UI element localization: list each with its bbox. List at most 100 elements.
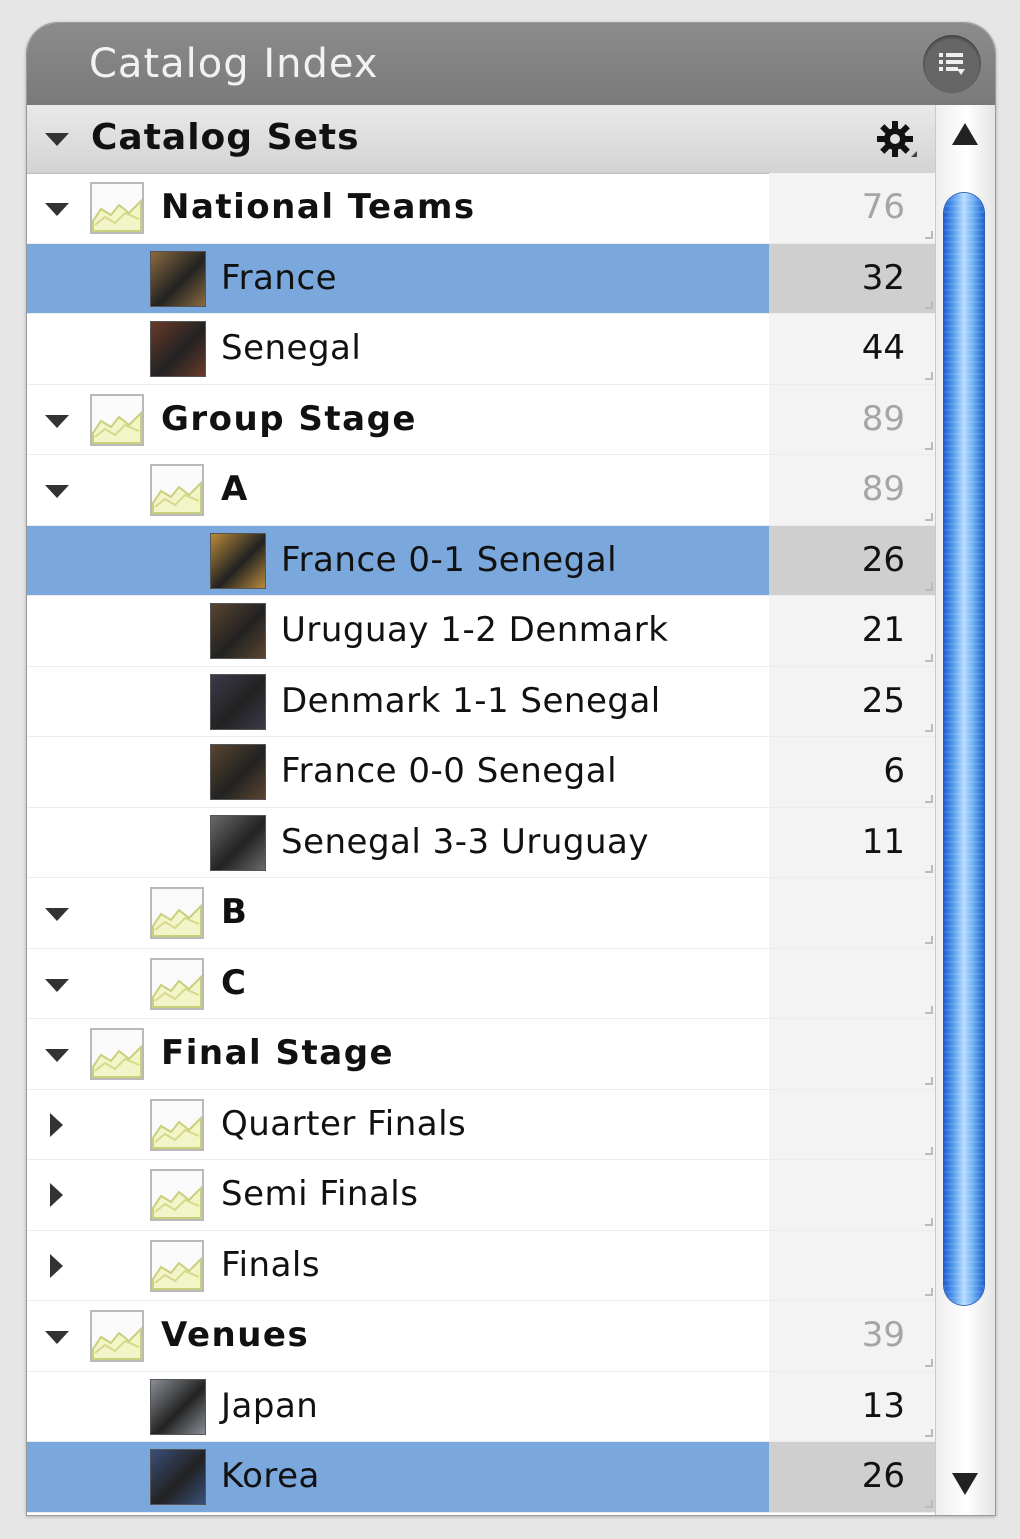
resize-corner-icon: [925, 935, 933, 944]
tree-row[interactable]: France 0-0 Senegal 6: [27, 737, 935, 808]
count-column-cell: [769, 878, 935, 948]
folder-icon: [90, 182, 144, 234]
tree-row[interactable]: Quarter Finals: [27, 1089, 935, 1160]
photo-thumbnail-icon: [210, 603, 266, 659]
count-column-cell: [769, 1019, 935, 1089]
photo-thumbnail-icon: [150, 1449, 206, 1505]
resize-corner-icon: [925, 512, 933, 521]
folder-icon: [90, 393, 144, 446]
tree-row-count: 11: [861, 821, 905, 862]
tree-row[interactable]: France 32: [27, 243, 935, 314]
tree-row-label: Final Stage: [161, 1033, 395, 1073]
scroll-down-arrow-icon[interactable]: [952, 1473, 978, 1495]
resize-corner-icon: [925, 371, 933, 380]
list-menu-button[interactable]: [923, 35, 981, 93]
tree-row[interactable]: Semi Finals: [27, 1160, 935, 1231]
tree-row-count: 44: [861, 328, 905, 368]
resize-corner-icon: [925, 1358, 933, 1367]
tree-row-count: 6: [883, 751, 905, 791]
folder-icon: [150, 1239, 204, 1292]
tree-row[interactable]: A 89: [27, 455, 935, 526]
list-icon: [939, 53, 965, 75]
resize-corner-icon: [925, 1217, 933, 1226]
resize-corner-icon: [925, 1499, 933, 1508]
tree-row[interactable]: Venues 39: [27, 1301, 935, 1372]
tree-row-label: France 0-1 Senegal: [281, 539, 618, 580]
tree-row[interactable]: France 0-1 Senegal 26: [27, 525, 935, 596]
disclosure-open-icon[interactable]: [45, 904, 69, 928]
tree-row[interactable]: Senegal 44: [27, 314, 935, 385]
catalog-sets-header[interactable]: Catalog Sets: [27, 105, 935, 174]
tree-row-count: 76: [861, 187, 905, 227]
resize-corner-icon: [925, 653, 933, 662]
tree-row-label: A: [221, 469, 249, 509]
resize-corner-icon: [925, 865, 933, 873]
count-column-cell: [769, 948, 935, 1018]
count-column-cell: [769, 666, 935, 736]
tree-row-label: Korea: [221, 1456, 320, 1496]
gear-icon[interactable]: [875, 119, 919, 163]
tree-row-count: 26: [861, 1456, 905, 1496]
disclosure-open-icon[interactable]: [45, 199, 69, 223]
tree-row-label: Quarter Finals: [221, 1103, 467, 1144]
tree-row[interactable]: National Teams 76: [27, 173, 935, 244]
tree-row[interactable]: Group Stage 89: [27, 384, 935, 455]
tree-row-label: France: [221, 257, 338, 298]
tree-row[interactable]: Korea 26: [27, 1442, 935, 1513]
scroll-up-arrow-icon[interactable]: [952, 123, 978, 145]
panel-title: Catalog Index: [89, 41, 379, 87]
scroll-thumb[interactable]: [944, 193, 984, 1305]
tree-row[interactable]: Senegal 3-3 Uruguay 11: [27, 807, 935, 878]
count-column-cell: [769, 1301, 935, 1371]
tree-row-count: 32: [861, 257, 905, 298]
tree-row-label: Denmark 1-1 Senegal: [281, 680, 661, 721]
tree-row[interactable]: Finals: [27, 1230, 935, 1301]
resize-corner-icon: [925, 230, 933, 239]
tree-row[interactable]: C: [27, 948, 935, 1019]
photo-thumbnail-icon: [150, 1378, 206, 1435]
tree-row-count: 25: [861, 680, 905, 721]
photo-thumbnail-icon: [210, 814, 266, 871]
disclosure-open-icon[interactable]: [45, 1045, 69, 1069]
photo-thumbnail-icon: [150, 321, 206, 377]
vertical-scrollbar[interactable]: [935, 105, 995, 1515]
tree-row[interactable]: Japan 13: [27, 1371, 935, 1442]
folder-icon: [150, 1098, 204, 1151]
disclosure-open-icon[interactable]: [45, 133, 69, 147]
catalog-tree: National Teams 76 France 32 Senegal 44 Group S…: [27, 173, 935, 1513]
tree-row-label: Venues: [161, 1315, 310, 1355]
folder-icon: [150, 464, 204, 516]
tree-row-count: 26: [861, 539, 905, 580]
resize-corner-icon: [925, 301, 933, 309]
disclosure-closed-icon[interactable]: [45, 1183, 69, 1207]
tree-row-label: C: [221, 962, 248, 1003]
resize-corner-icon: [925, 583, 933, 591]
disclosure-closed-icon[interactable]: [45, 1112, 69, 1137]
folder-icon: [90, 1310, 144, 1362]
tree-row-label: France 0-0 Senegal: [281, 751, 618, 791]
disclosure-open-icon[interactable]: [45, 1327, 69, 1351]
tree-row-count: 13: [861, 1385, 905, 1426]
catalog-index-panel: Catalog Index Catalog Sets National Team…: [26, 22, 996, 1516]
count-column-cell: [769, 1230, 935, 1300]
tree-row[interactable]: Final Stage: [27, 1019, 935, 1090]
disclosure-open-icon[interactable]: [45, 481, 69, 505]
tree-row-count: 89: [861, 469, 905, 509]
tree-row[interactable]: Denmark 1-1 Senegal 25: [27, 666, 935, 737]
resize-corner-icon: [925, 724, 933, 732]
tree-row-count: 89: [861, 398, 905, 439]
photo-thumbnail-icon: [210, 532, 266, 589]
disclosure-closed-icon[interactable]: [45, 1253, 69, 1278]
count-column-cell: [769, 1371, 935, 1441]
tree-row[interactable]: Uruguay 1-2 Denmark 21: [27, 596, 935, 667]
disclosure-open-icon[interactable]: [45, 975, 69, 999]
count-column-cell: [769, 1089, 935, 1159]
tree-row[interactable]: B: [27, 878, 935, 949]
count-column-cell: [769, 596, 935, 666]
tree-row-label: Group Stage: [161, 398, 417, 439]
resize-corner-icon: [925, 1288, 933, 1296]
tree-row-count: 39: [861, 1315, 905, 1355]
folder-icon: [150, 957, 204, 1010]
disclosure-open-icon[interactable]: [45, 411, 69, 435]
catalog-sets-label: Catalog Sets: [91, 117, 360, 158]
